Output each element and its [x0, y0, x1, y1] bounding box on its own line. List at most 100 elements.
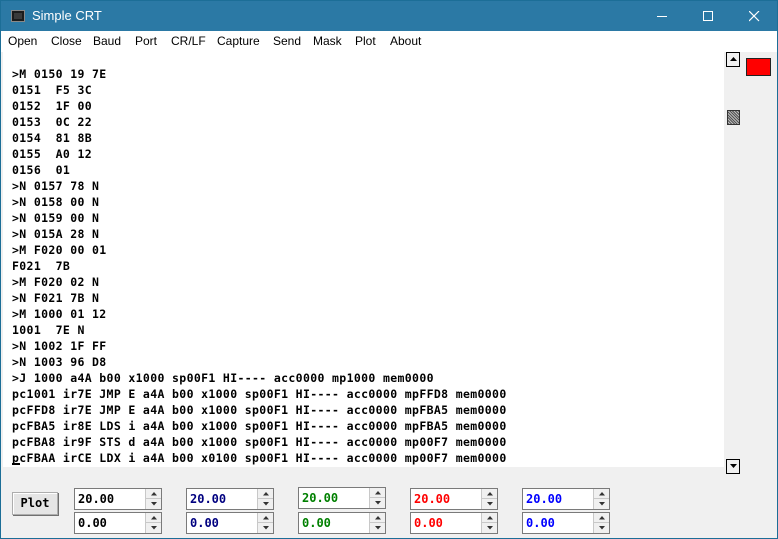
- spin-down-button[interactable]: [145, 499, 161, 509]
- spin-up-button[interactable]: [481, 513, 497, 523]
- arrow-down-icon: [599, 502, 605, 506]
- scroll-down-button[interactable]: [726, 459, 740, 474]
- spinner-value[interactable]: 0.00: [190, 516, 219, 530]
- terminal-line: >M F020 00 01: [12, 243, 107, 257]
- spin-up-button[interactable]: [593, 513, 609, 523]
- spinner-value[interactable]: 0.00: [302, 516, 331, 530]
- spin-up-button[interactable]: [145, 489, 161, 499]
- terminal-line: 1001 7E N: [12, 323, 85, 337]
- arrow-down-icon: [730, 464, 737, 468]
- terminal-line: >N 1003 96 D8: [12, 355, 107, 369]
- spin-down-button[interactable]: [593, 499, 609, 509]
- maximize-icon: [703, 11, 713, 21]
- spinner-value[interactable]: 0.00: [526, 516, 555, 530]
- arrow-up-icon: [263, 492, 269, 496]
- arrow-down-icon: [263, 526, 269, 530]
- vertical-scrollbar[interactable]: [724, 52, 742, 475]
- spinner-value[interactable]: 20.00: [526, 492, 562, 506]
- plot-max-spinner[interactable]: 20.00: [74, 488, 162, 510]
- spin-down-button[interactable]: [369, 523, 385, 533]
- spin-up-button[interactable]: [481, 489, 497, 499]
- plot-max-spinner[interactable]: 20.00: [298, 487, 386, 509]
- terminal-line: pcFBAA irCE LDX i a4A b00 x0100 sp00F1 H…: [12, 451, 507, 465]
- terminal-line: >M F020 02 N: [12, 275, 100, 289]
- plot-min-spinner[interactable]: 0.00: [298, 512, 386, 534]
- spin-down-button[interactable]: [145, 523, 161, 533]
- plot-max-spinner[interactable]: 20.00: [410, 488, 498, 510]
- arrow-up-icon: [599, 516, 605, 520]
- menu-crlf[interactable]: CR/LF: [171, 34, 206, 48]
- scroll-thumb[interactable]: [727, 110, 740, 125]
- terminal-line: 0153 0C 22: [12, 115, 93, 129]
- spin-down-button[interactable]: [257, 523, 273, 533]
- arrow-up-icon: [375, 491, 381, 495]
- terminal-line: >N 1002 1F FF: [12, 339, 107, 353]
- arrow-up-icon: [151, 516, 157, 520]
- spinner-value[interactable]: 20.00: [190, 492, 226, 506]
- terminal-icon: [11, 10, 25, 22]
- terminal-line: 0152 1F 00: [12, 99, 93, 113]
- spin-up-button[interactable]: [369, 513, 385, 523]
- spin-up-button[interactable]: [369, 488, 385, 498]
- terminal-output[interactable]: >M 0150 19 7E 0151 F5 3C 0152 1F 00 0153…: [3, 52, 724, 467]
- plot-min-spinner[interactable]: 0.00: [186, 512, 274, 534]
- spin-down-button[interactable]: [481, 499, 497, 509]
- menu-port[interactable]: Port: [135, 34, 157, 48]
- spin-up-button[interactable]: [145, 513, 161, 523]
- arrow-down-icon: [375, 526, 381, 530]
- status-indicator: [746, 58, 771, 76]
- plot-max-spinner[interactable]: 20.00: [522, 488, 610, 510]
- menu-bar: Open Close Baud Port CR/LF Capture Send …: [1, 31, 777, 52]
- arrow-down-icon: [487, 502, 493, 506]
- arrow-up-icon: [599, 492, 605, 496]
- plot-min-spinner[interactable]: 0.00: [522, 512, 610, 534]
- scroll-up-button[interactable]: [726, 52, 740, 67]
- terminal-line: >N 0159 00 N: [12, 211, 100, 225]
- menu-about[interactable]: About: [390, 34, 421, 48]
- spin-down-button[interactable]: [593, 523, 609, 533]
- arrow-down-icon: [151, 526, 157, 530]
- spin-down-button[interactable]: [369, 498, 385, 508]
- menu-capture[interactable]: Capture: [217, 34, 260, 48]
- terminal-line: >M 0150 19 7E: [12, 67, 107, 81]
- spinner-value[interactable]: 0.00: [414, 516, 443, 530]
- menu-baud[interactable]: Baud: [93, 34, 121, 48]
- arrow-up-icon: [151, 492, 157, 496]
- spin-up-button[interactable]: [257, 513, 273, 523]
- plot-button[interactable]: Plot: [12, 492, 58, 515]
- close-button[interactable]: [731, 1, 777, 31]
- terminal-line: F021 7B: [12, 259, 71, 273]
- menu-close[interactable]: Close: [51, 34, 82, 48]
- plot-max-spinner[interactable]: 20.00: [186, 488, 274, 510]
- close-icon: [749, 11, 760, 22]
- terminal-line: 0156 01: [12, 163, 71, 177]
- spin-down-button[interactable]: [257, 499, 273, 509]
- spinner-value[interactable]: 0.00: [78, 516, 107, 530]
- spin-up-button[interactable]: [593, 489, 609, 499]
- terminal-line: pcFBA5 ir8E LDS i a4A b00 x1000 sp00F1 H…: [12, 419, 507, 433]
- minimize-button[interactable]: [639, 1, 685, 31]
- menu-open[interactable]: Open: [8, 34, 37, 48]
- spin-down-button[interactable]: [481, 523, 497, 533]
- spinner-value[interactable]: 20.00: [78, 492, 114, 506]
- arrow-down-icon: [151, 502, 157, 506]
- menu-plot[interactable]: Plot: [355, 34, 376, 48]
- arrow-up-icon: [730, 57, 737, 61]
- spinner-value[interactable]: 20.00: [414, 492, 450, 506]
- terminal-line: >M 1000 01 12: [12, 307, 107, 321]
- spinner-value[interactable]: 20.00: [302, 491, 338, 505]
- arrow-up-icon: [487, 516, 493, 520]
- menu-mask[interactable]: Mask: [313, 34, 342, 48]
- terminal-line: 0155 A0 12: [12, 147, 93, 161]
- arrow-down-icon: [599, 526, 605, 530]
- terminal-line: >N 0158 00 N: [12, 195, 100, 209]
- maximize-button[interactable]: [685, 1, 731, 31]
- plot-min-spinner[interactable]: 0.00: [74, 512, 162, 534]
- title-bar[interactable]: Simple CRT: [1, 1, 777, 31]
- arrow-up-icon: [375, 516, 381, 520]
- arrow-up-icon: [263, 516, 269, 520]
- plot-min-spinner[interactable]: 0.00: [410, 512, 498, 534]
- spin-up-button[interactable]: [257, 489, 273, 499]
- menu-send[interactable]: Send: [273, 34, 301, 48]
- terminal-line: 0151 F5 3C: [12, 83, 93, 97]
